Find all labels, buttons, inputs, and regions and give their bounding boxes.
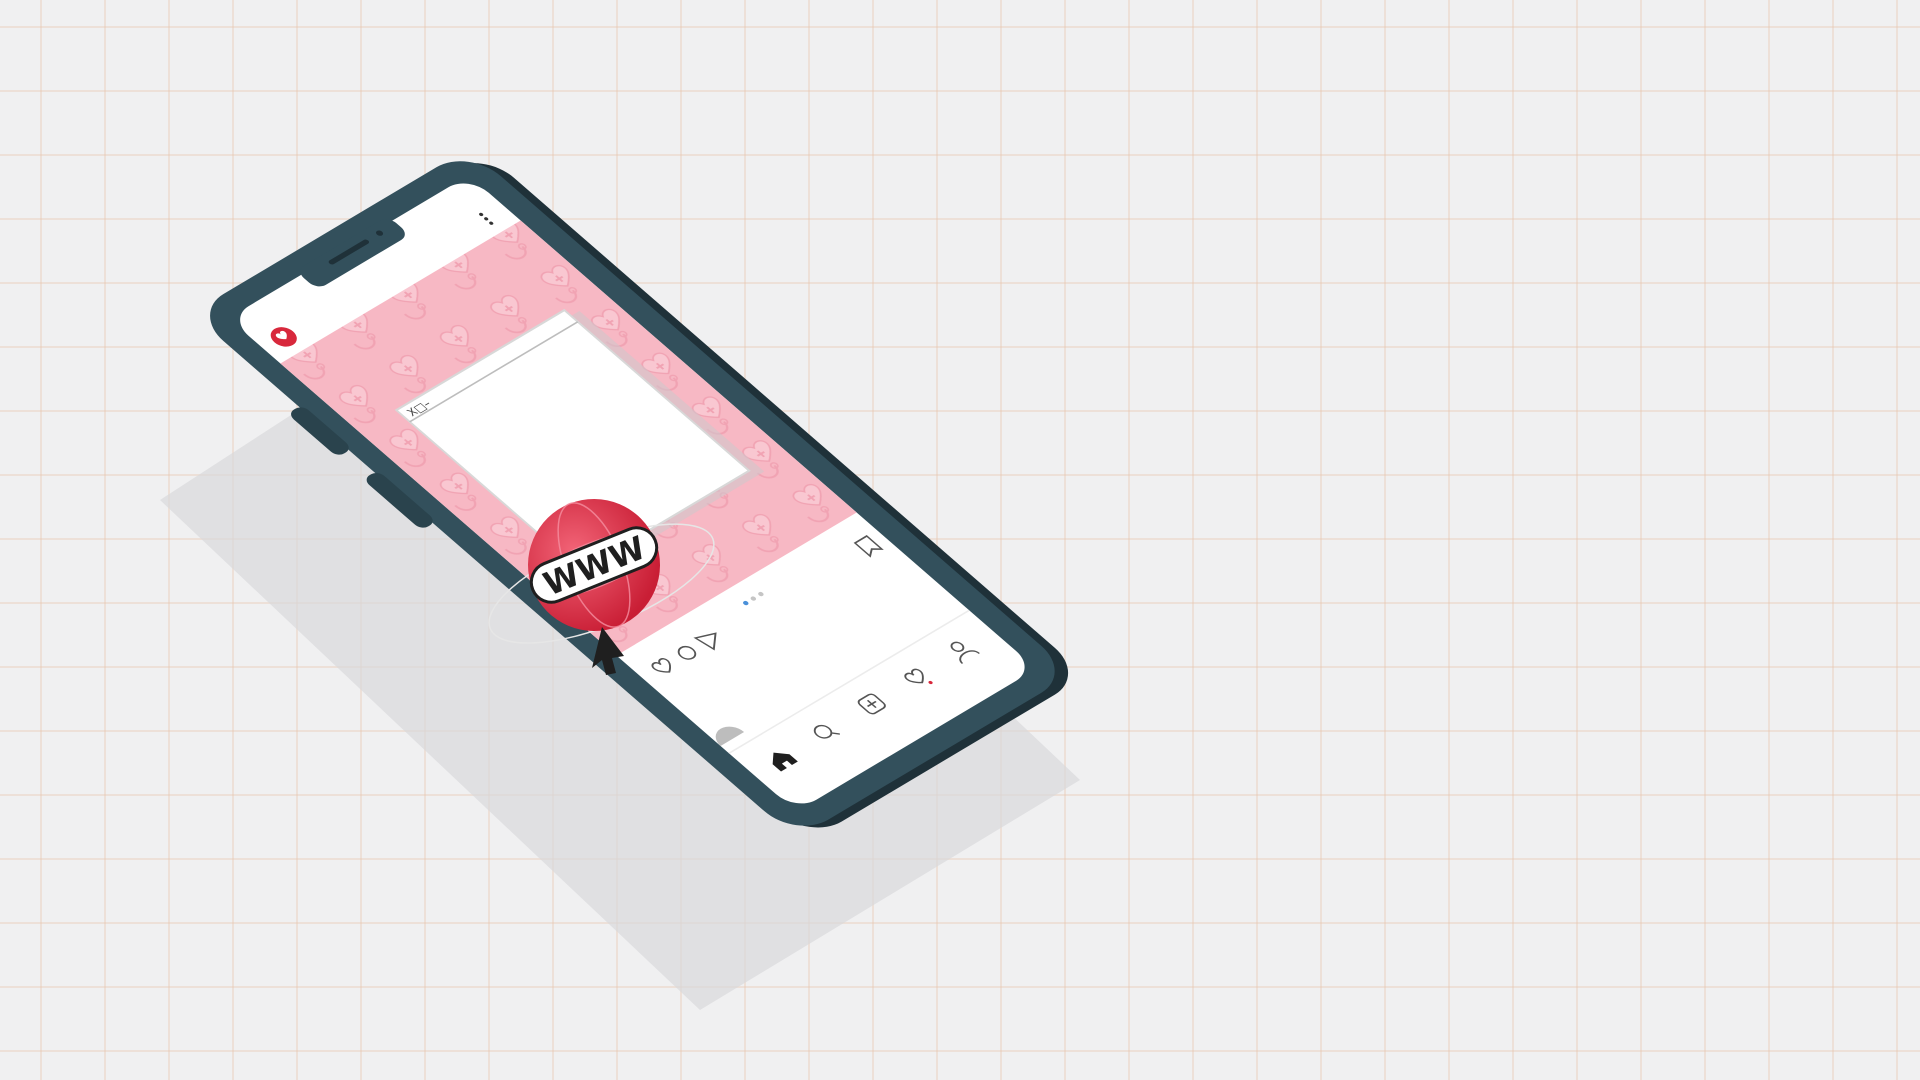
phone-scene: X□– WWW	[160, 161, 1080, 1010]
